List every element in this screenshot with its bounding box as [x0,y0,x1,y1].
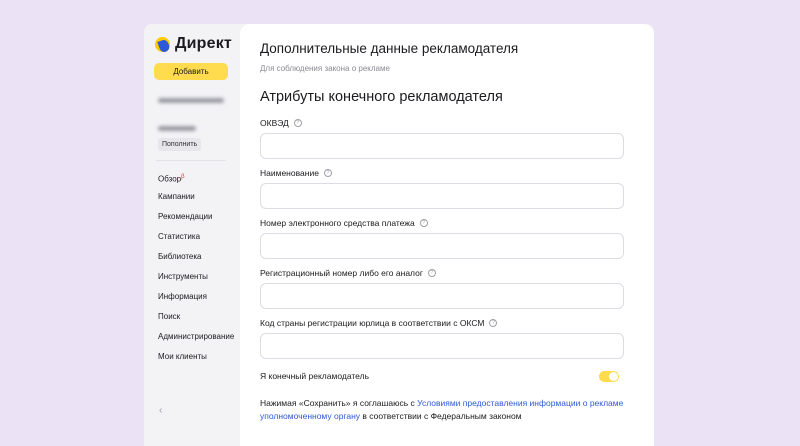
account-name-redacted [158,98,224,103]
name-input[interactable] [260,183,624,209]
consent-text: Нажимая «Сохранить» я соглашаюсь с Услов… [260,398,624,421]
advertiser-form-panel: Дополнительные данные рекламодателя Для … [240,24,654,446]
chevron-left-icon[interactable]: ‹ [159,405,162,416]
info-icon[interactable]: ? [419,219,428,227]
logo-text: Директ [175,35,232,52]
payment-number-label: Номер электронного средства платежа ? [260,218,428,228]
sidebar-item-overview[interactable]: Обзорβ [158,170,234,190]
country-code-label: Код страны регистрации юрлица в соответс… [260,318,498,328]
info-icon[interactable]: ? [293,119,302,127]
account-balance-redacted [158,126,196,131]
sidebar-item-tools[interactable]: Инструменты [158,270,234,290]
sidebar-item-recommendations[interactable]: Рекомендации [158,210,234,230]
sidebar-item-campaigns[interactable]: Кампании [158,190,234,210]
registration-number-label: Регистрационный номер либо его аналог ? [260,268,436,278]
end-advertiser-label: Я конечный рекламодатель [260,371,369,381]
page-subtitle: Для соблюдения закона о рекламе [260,64,390,73]
okved-label: ОКВЭД ? [260,118,302,128]
page-title: Дополнительные данные рекламодателя [260,41,519,56]
okved-input[interactable] [260,133,624,159]
sidebar-nav: Обзорβ Кампании Рекомендации Статистика … [158,170,234,370]
toggle-knob [609,372,618,381]
registration-number-input[interactable] [260,283,624,309]
sidebar-item-my-clients[interactable]: Мои клиенты [158,350,234,370]
sidebar-item-administration[interactable]: Администрирование [158,330,234,350]
direct-logo-icon [155,36,171,53]
sidebar: Директ Добавить Пополнить Обзорβ Кампани… [144,24,240,446]
add-button[interactable]: Добавить [154,63,228,80]
sidebar-item-search[interactable]: Поиск [158,310,234,330]
country-code-input[interactable] [260,333,624,359]
end-advertiser-toggle[interactable] [599,371,619,382]
topup-button[interactable]: Пополнить [158,138,202,151]
beta-badge: β [181,174,185,180]
sidebar-divider [156,160,226,161]
section-title: Атрибуты конечного рекламодателя [260,89,503,105]
info-icon[interactable]: ? [427,269,436,277]
sidebar-item-statistics[interactable]: Статистика [158,230,234,250]
info-icon[interactable]: ? [323,169,332,177]
sidebar-item-information[interactable]: Информация [158,290,234,310]
sidebar-item-library[interactable]: Библиотека [158,250,234,270]
info-icon[interactable]: ? [489,319,498,327]
app-window: Директ Добавить Пополнить Обзорβ Кампани… [144,24,654,446]
name-label: Наименование ? [260,168,332,178]
logo[interactable]: Директ [155,35,232,53]
payment-number-input[interactable] [260,233,624,259]
